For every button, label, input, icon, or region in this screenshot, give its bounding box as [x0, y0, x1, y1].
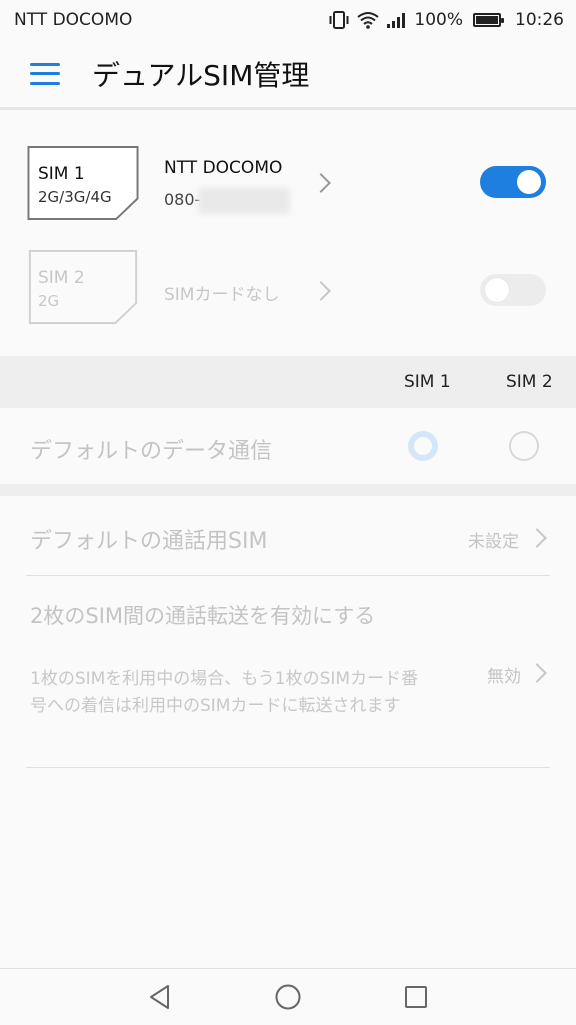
status-bar: NTT DOCOMO 100% 10:26: [0, 0, 576, 40]
redacted-number: [198, 188, 290, 214]
default-data-row: デフォルトのデータ通信: [0, 408, 576, 484]
sim1-row[interactable]: SIM 1 2G/3G/4G NTT DOCOMO 080-: [0, 130, 576, 230]
app-bar: デュアルSIM管理: [0, 40, 576, 110]
clock: 10:26: [515, 10, 564, 30]
call-forwarding-value: 無効: [487, 667, 521, 687]
section-divider: [0, 484, 576, 496]
page-title: デュアルSIM管理: [92, 58, 310, 92]
sim-column-header: SIM 1 SIM 2: [0, 356, 576, 408]
row-divider: [26, 767, 550, 768]
default-call-chevron-icon: [527, 528, 547, 548]
battery-icon: [473, 13, 504, 27]
sim1-number: 080-: [164, 190, 201, 209]
sim1-card-name: SIM 1: [38, 164, 85, 184]
default-data-label: デフォルトのデータ通信: [30, 439, 273, 464]
sim1-chevron-icon: [311, 173, 331, 193]
default-call-row[interactable]: デフォルトの通話用SIM 未設定: [0, 496, 576, 576]
call-forwarding-chevron-icon: [527, 663, 547, 683]
signal-icon: [387, 13, 406, 28]
home-icon[interactable]: [274, 983, 302, 1011]
call-forwarding-title: 2枚のSIM間の通話転送を有効にする: [30, 604, 376, 628]
sim1-carrier: NTT DOCOMO: [164, 158, 283, 178]
sim2-toggle[interactable]: [480, 274, 546, 306]
default-data-sim1-radio[interactable]: [408, 431, 438, 461]
wifi-icon: [357, 12, 380, 29]
back-icon[interactable]: [146, 983, 174, 1011]
sim2-card-type: 2G: [38, 292, 60, 310]
call-forwarding-row[interactable]: 2枚のSIM間の通話転送を有効にする 1枚のSIMを利用中の場合、もう1枚のSI…: [0, 576, 576, 768]
recents-icon[interactable]: [402, 983, 430, 1011]
default-call-value: 未設定: [468, 532, 519, 552]
menu-icon[interactable]: [30, 62, 60, 85]
call-forwarding-description: 1枚のSIMを利用中の場合、もう1枚のSIMカード番号への着信は利用中のSIMカ…: [30, 669, 419, 716]
vibrate-icon: [329, 11, 349, 29]
status-icons: 100% 10:26: [328, 10, 564, 30]
sim2-card-name: SIM 2: [38, 268, 85, 288]
default-data-sim2-radio[interactable]: [509, 431, 539, 461]
sim2-row[interactable]: SIM 2 2G SIMカードなし: [0, 238, 576, 338]
sim1-toggle[interactable]: [480, 166, 546, 198]
navigation-bar: [0, 968, 576, 1025]
sim2-status: SIMカードなし: [164, 285, 280, 305]
sim1-card-type: 2G/3G/4G: [38, 188, 112, 206]
default-call-label: デフォルトの通話用SIM: [30, 529, 268, 554]
sim2-chevron-icon: [311, 281, 331, 301]
carrier-label: NTT DOCOMO: [14, 10, 133, 30]
battery-percent: 100%: [414, 10, 463, 30]
column-sim1: SIM 1: [404, 372, 451, 392]
column-sim2: SIM 2: [506, 372, 553, 392]
